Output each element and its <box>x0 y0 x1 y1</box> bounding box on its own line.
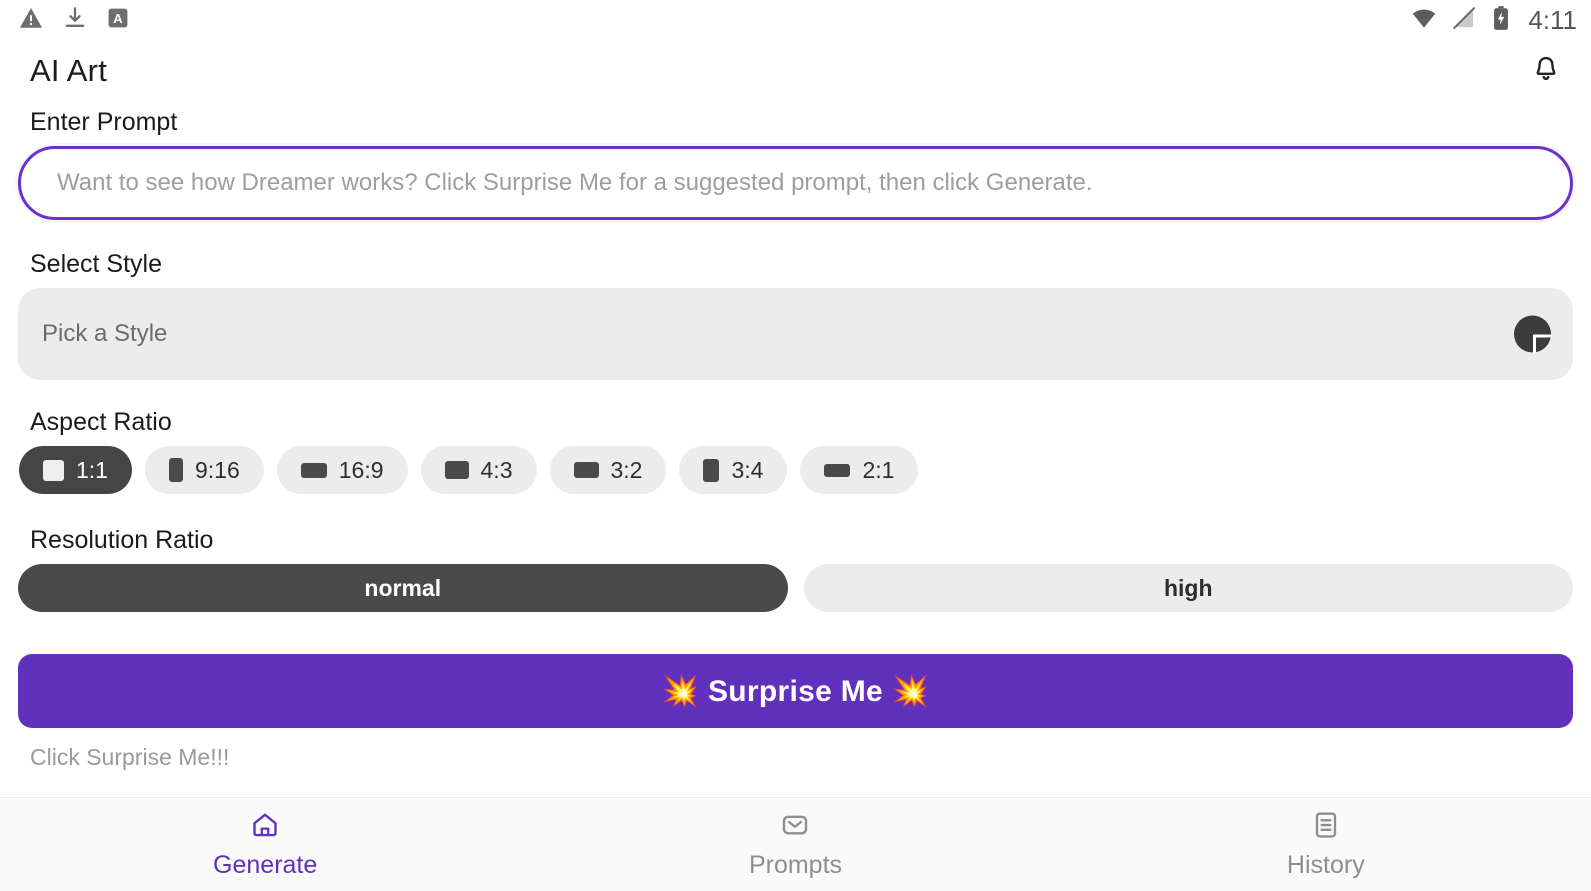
style-placeholder: Pick a Style <box>42 320 168 347</box>
nav-item-label: History <box>1286 850 1365 879</box>
portrait-shape-icon <box>168 458 183 482</box>
status-message: Click Surprise Me!!! <box>30 744 230 770</box>
aspect-chip-1-1[interactable]: 1:1 <box>19 446 132 494</box>
surprise-me-button[interactable]: 💥 Surprise Me 💥 <box>18 654 1573 728</box>
download-icon <box>62 5 88 36</box>
resolution-options: normal high <box>18 564 1573 612</box>
prompt-placeholder: Want to see how Dreamer works? Click Sur… <box>57 169 1093 196</box>
aspect-ratio-label: Aspect Ratio <box>30 408 172 436</box>
aspect-chip-3-2[interactable]: 3:2 <box>549 446 667 494</box>
surprise-me-label: 💥 Surprise Me 💥 <box>661 674 930 708</box>
aspect-chip-label: 3:4 <box>731 456 764 483</box>
prompt-label: Enter Prompt <box>30 108 178 136</box>
aspect-chip-label: 16:9 <box>338 456 384 483</box>
style-label: Select Style <box>30 250 163 278</box>
battery-charging-icon <box>1490 5 1512 36</box>
bottom-navigation: Generate Prompts History <box>0 797 1591 891</box>
warning-triangle-icon <box>18 5 44 36</box>
prompt-section: Enter Prompt Want to see how Dreamer wor… <box>18 108 1573 220</box>
landscape-shape-icon <box>300 462 327 478</box>
resolution-label: Resolution Ratio <box>30 526 214 554</box>
aspect-chip-4-3[interactable]: 4:3 <box>420 446 537 494</box>
aspect-chip-label: 9:16 <box>194 456 240 483</box>
resolution-option-label: normal <box>364 574 442 601</box>
aspect-chip-3-4[interactable]: 3:4 <box>679 446 788 494</box>
square-shape-icon <box>43 459 64 481</box>
add-style-button[interactable] <box>1514 315 1552 353</box>
landscape-shape-icon <box>444 461 469 479</box>
app-screen: A 4:11 AI Art Enter Prompt Want to see h… <box>0 0 1591 891</box>
resolution-section: Resolution Ratio normal high <box>18 526 1573 612</box>
bell-icon <box>1531 54 1561 89</box>
status-bar-right-icons: 4:11 <box>1410 4 1577 37</box>
prompt-input[interactable]: Want to see how Dreamer works? Click Sur… <box>18 146 1573 220</box>
envelope-icon <box>780 810 810 845</box>
aspect-chip-9-16[interactable]: 9:16 <box>144 446 264 494</box>
aspect-ratio-options: 1:1 9:16 16:9 4:3 3:2 3:4 2:1 <box>18 446 1573 494</box>
aspect-ratio-section: Aspect Ratio 1:1 9:16 16:9 4:3 3:2 3:4 2:1 <box>18 408 1573 494</box>
home-icon <box>250 810 280 845</box>
app-header: AI Art <box>0 40 1591 102</box>
style-picker[interactable]: Pick a Style <box>18 288 1573 380</box>
resolution-option-high[interactable]: high <box>803 564 1573 612</box>
aspect-chip-label: 4:3 <box>480 456 513 483</box>
resolution-option-normal[interactable]: normal <box>18 564 788 612</box>
nav-item-generate[interactable]: Generate <box>0 798 530 891</box>
status-bar: A 4:11 <box>0 0 1591 40</box>
status-bar-left-icons: A <box>18 5 130 36</box>
nav-item-label: Generate <box>213 850 318 879</box>
aspect-chip-label: 1:1 <box>76 456 108 483</box>
nav-item-prompts[interactable]: Prompts <box>530 798 1060 891</box>
document-icon <box>1311 810 1341 845</box>
surprise-section: 💥 Surprise Me 💥 Click Surprise Me!!! <box>18 654 1573 771</box>
page-title: AI Art <box>30 53 108 88</box>
status-bar-clock: 4:11 <box>1528 4 1577 35</box>
portrait-shape-icon <box>703 458 720 482</box>
aspect-chip-2-1[interactable]: 2:1 <box>800 446 919 494</box>
wifi-icon <box>1410 4 1438 37</box>
main-content: Enter Prompt Want to see how Dreamer wor… <box>0 102 1591 797</box>
nav-item-label: Prompts <box>748 850 843 879</box>
aspect-chip-label: 2:1 <box>862 456 895 483</box>
aspect-chip-16-9[interactable]: 16:9 <box>276 446 408 494</box>
resolution-option-label: high <box>1163 574 1213 601</box>
style-section: Select Style Pick a Style <box>18 250 1573 380</box>
aspect-chip-label: 3:2 <box>610 456 643 483</box>
signal-off-icon <box>1451 5 1477 36</box>
notifications-button[interactable] <box>1523 48 1569 94</box>
app-letter-a-icon: A <box>106 6 130 35</box>
landscape-shape-icon <box>573 462 599 478</box>
nav-item-history[interactable]: History <box>1061 798 1591 891</box>
svg-text:A: A <box>113 11 123 26</box>
landscape-shape-icon <box>824 463 851 477</box>
